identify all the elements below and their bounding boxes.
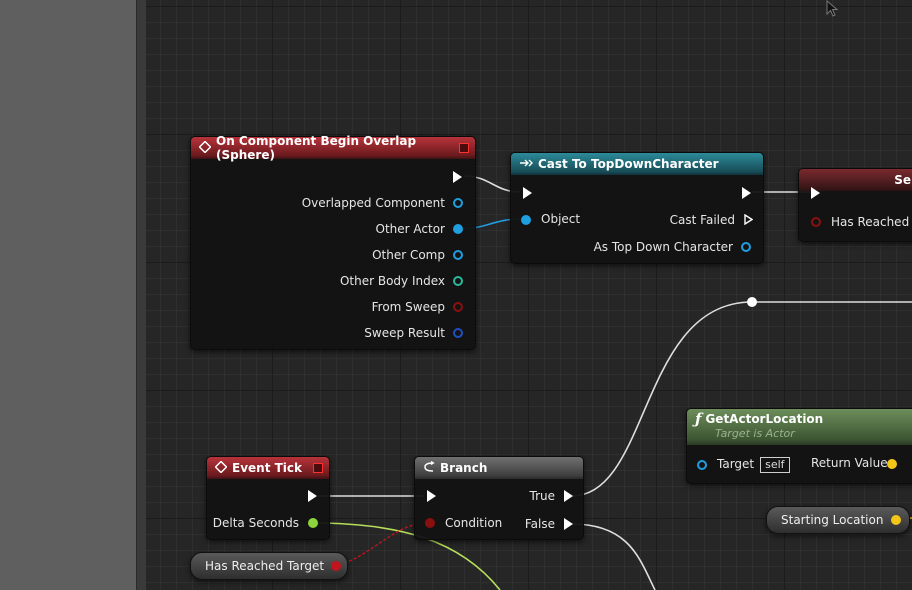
self-default-box[interactable]: self — [760, 457, 790, 473]
overlap-exec-out-pin[interactable] — [453, 171, 462, 183]
branch-condition-pin[interactable] — [425, 518, 435, 528]
get-actor-location-header[interactable]: ƒ GetActorLocation Target is Actor — [687, 409, 912, 445]
cast-node-title: Cast To TopDownCharacter — [538, 157, 719, 171]
pin-label-from-sweep: From Sweep — [371, 300, 445, 314]
starting-location-pin[interactable] — [891, 515, 901, 525]
starting-location-label: Starting Location — [781, 513, 884, 527]
return-value-label: Return Value — [811, 456, 888, 470]
cast-object-label: Object — [541, 212, 581, 226]
reroute-knot[interactable] — [747, 297, 757, 307]
pin-label-overlapped-component: Overlapped Component — [301, 196, 445, 210]
set-has-reached-pin[interactable] — [811, 217, 821, 227]
branch-title: Branch — [440, 461, 488, 475]
overlap-event-title: On Component Begin Overlap (Sphere) — [216, 134, 417, 162]
cast-exec-out-pin[interactable] — [742, 187, 751, 199]
set-variable-node[interactable]: Se Has Reached T — [798, 168, 912, 242]
branch-header[interactable]: Branch — [415, 457, 583, 479]
overlapped-component-pin[interactable] — [453, 198, 463, 208]
mouse-cursor-icon — [826, 0, 839, 17]
diamond-event-icon — [198, 139, 212, 156]
cast-node[interactable]: Cast To TopDownCharacter Object Cast Fai… — [510, 152, 764, 264]
pin-label-other-body-index: Other Body Index — [339, 274, 445, 288]
target-label-text: Target — [717, 457, 755, 471]
overlap-event-header[interactable]: On Component Begin Overlap (Sphere) — [191, 134, 475, 162]
delegate-pin-icon[interactable] — [459, 143, 469, 153]
sweep-result-pin[interactable] — [453, 328, 463, 338]
branch-true-label: True — [529, 489, 556, 503]
get-actor-location-node[interactable]: ƒ GetActorLocation Target is Actor Targe… — [686, 408, 912, 484]
event-tick-node[interactable]: Event Tick Delta Seconds — [206, 456, 330, 540]
set-exec-in-pin[interactable] — [811, 187, 820, 199]
pin-label-other-comp: Other Comp — [372, 248, 445, 262]
cast-node-header[interactable]: Cast To TopDownCharacter — [511, 153, 763, 175]
pin-label-sweep-result: Sweep Result — [364, 326, 445, 340]
get-actor-location-subtitle: Target is Actor — [715, 427, 795, 440]
branch-false-pin[interactable] — [564, 518, 573, 530]
overlap-event-node[interactable]: On Component Begin Overlap (Sphere) Over… — [190, 134, 476, 350]
target-pin[interactable] — [697, 460, 707, 470]
cast-failed-pin[interactable] — [744, 214, 753, 225]
get-actor-location-title: GetActorLocation — [705, 412, 824, 426]
event-tick-header[interactable]: Event Tick — [207, 457, 329, 479]
cast-failed-label: Cast Failed — [669, 213, 735, 227]
cast-object-pin[interactable] — [521, 215, 531, 225]
has-reached-target-pin[interactable] — [331, 561, 341, 571]
pin-label-other-actor: Other Actor — [375, 222, 445, 236]
as-top-down-character-label: As Top Down Character — [593, 240, 733, 254]
target-label: Target self — [717, 457, 790, 473]
event-tick-exec-out-pin[interactable] — [308, 490, 317, 502]
event-tick-title: Event Tick — [232, 461, 303, 475]
diamond-event-icon — [214, 459, 228, 476]
has-reached-target-label: Has Reached Target — [205, 559, 325, 573]
delta-seconds-label: Delta Seconds — [212, 516, 299, 530]
other-actor-pin[interactable] — [453, 224, 463, 234]
cast-arrow-icon — [519, 157, 533, 171]
exec-wire-false — [571, 523, 656, 590]
has-reached-target-variable-node[interactable]: Has Reached Target — [190, 552, 348, 580]
cast-exec-in-pin[interactable] — [523, 187, 532, 199]
branch-node[interactable]: Branch True Condition False — [414, 456, 584, 540]
branch-icon — [423, 460, 435, 476]
set-has-reached-label: Has Reached T — [831, 215, 912, 229]
starting-location-variable-node[interactable]: Starting Location — [766, 506, 910, 534]
return-value-pin[interactable] — [887, 459, 897, 469]
delegate-pin-icon[interactable] — [313, 463, 323, 473]
branch-condition-label: Condition — [445, 516, 503, 530]
from-sweep-pin[interactable] — [453, 302, 463, 312]
function-icon: ƒ — [695, 410, 702, 428]
branch-true-pin[interactable] — [564, 490, 573, 502]
branch-false-label: False — [524, 517, 555, 531]
set-node-title: Se — [894, 173, 911, 187]
other-comp-pin[interactable] — [453, 250, 463, 260]
delta-seconds-pin[interactable] — [308, 518, 318, 528]
other-body-index-pin[interactable] — [453, 276, 463, 286]
branch-exec-in-pin[interactable] — [427, 490, 436, 502]
as-top-down-character-pin[interactable] — [741, 242, 751, 252]
